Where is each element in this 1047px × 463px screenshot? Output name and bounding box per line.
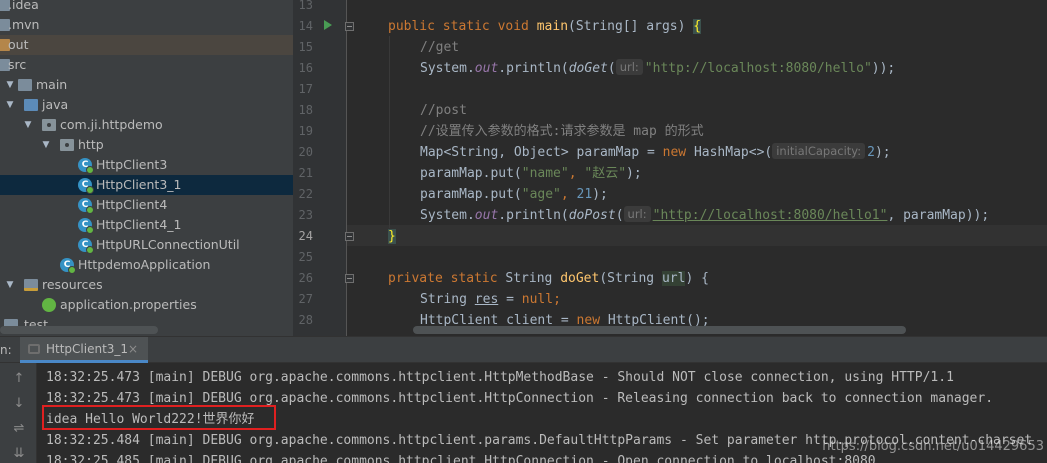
watermark: https://blog.csdn.net/u014429653 <box>822 439 1044 454</box>
class-icon: C <box>78 198 94 214</box>
current-line-highlight <box>347 225 1047 246</box>
folder-icon <box>18 79 32 91</box>
highlight-box <box>42 405 276 430</box>
parameter-hint: initialCapacity: <box>772 143 866 159</box>
tree-item-idea[interactable]: .idea <box>0 0 293 15</box>
line-number: 22 <box>298 187 313 201</box>
line-number: 15 <box>298 40 313 54</box>
line-number: 26 <box>298 271 313 285</box>
run-toolbar: ↑ ↓ ⇌ ⇊ <box>0 363 37 463</box>
line-number: 28 <box>298 313 313 327</box>
tree-horizontal-scrollbar[interactable] <box>0 326 158 334</box>
tree-item-httpclient4[interactable]: C HttpClient4 <box>0 195 293 215</box>
line-number: 27 <box>298 292 313 306</box>
code-line-26: private static String doGet(String url) … <box>388 271 709 286</box>
chevron-down-icon[interactable]: ▼ <box>4 95 16 115</box>
line-number: 20 <box>298 145 313 159</box>
run-label: n: <box>0 343 12 357</box>
tree-item-main[interactable]: ▼ main <box>0 75 293 95</box>
spring-class-icon: C <box>60 258 76 274</box>
line-number: 19 <box>298 124 313 138</box>
code-editor[interactable]: 13 14 15 16 17 18 19 20 21 22 23 24 25 2… <box>293 0 1047 336</box>
properties-icon <box>42 298 56 312</box>
project-tree: .idea .mvn out src ▼ main ▼ java ▼ com.j… <box>0 0 293 336</box>
parameter-hint: url: <box>615 59 643 75</box>
up-arrow-icon[interactable]: ↑ <box>11 371 27 387</box>
soft-wrap-icon[interactable]: ⇌ <box>11 421 27 437</box>
line-number: 21 <box>298 166 313 180</box>
chevron-down-icon[interactable]: ▼ <box>4 75 16 95</box>
editor-gutter: 13 14 15 16 17 18 19 20 21 22 23 24 25 2… <box>293 0 347 336</box>
class-icon: C <box>78 218 94 234</box>
fold-marker-icon[interactable] <box>345 274 354 283</box>
code-line-14: public static void main(String[] args) { <box>388 19 702 34</box>
code-line-19: //设置传入参数的格式:请求参数是 map 的形式 <box>420 124 704 139</box>
tree-item-resources[interactable]: ▼ resources <box>0 275 293 295</box>
line-number: 18 <box>298 103 313 117</box>
code-line-20: Map<String, Object> paramMap = new HashM… <box>420 143 891 160</box>
code-line-18: //post <box>420 103 467 118</box>
code-line-27: String res = null; <box>420 292 561 307</box>
parameter-hint: url: <box>623 206 651 222</box>
run-tool-window-header: n: HttpClient3_1 × <box>0 336 1047 363</box>
down-arrow-icon[interactable]: ↓ <box>11 396 27 412</box>
tree-item-application-properties[interactable]: application.properties <box>0 295 293 315</box>
tree-item-mvn[interactable]: .mvn <box>0 15 293 35</box>
source-folder-icon <box>24 99 38 111</box>
line-number: 17 <box>298 82 313 96</box>
code-line-21: paramMap.put("name", "赵云"); <box>420 166 642 181</box>
tree-item-out[interactable]: out <box>0 35 293 55</box>
code-line-15: //get <box>420 40 460 55</box>
line-number: 23 <box>298 208 313 222</box>
class-icon: C <box>78 238 94 254</box>
chevron-down-icon[interactable]: ▼ <box>22 115 34 135</box>
fold-marker-icon[interactable] <box>345 232 354 241</box>
package-icon <box>60 139 74 151</box>
console-line: 18:32:25.485 [main] DEBUG org.apache.com… <box>46 454 876 463</box>
tree-item-java[interactable]: ▼ java <box>0 95 293 115</box>
tree-item-httpdemoapplication[interactable]: C HttpdemoApplication <box>0 255 293 275</box>
editor-horizontal-scrollbar[interactable] <box>413 326 906 334</box>
code-line-24: } <box>388 229 396 244</box>
line-number: 14 <box>298 19 313 33</box>
tree-item-http[interactable]: ▼ http <box>0 135 293 155</box>
close-icon[interactable]: × <box>128 337 138 362</box>
tree-item-httpurlconnectionutil[interactable]: C HttpURLConnectionUtil <box>0 235 293 255</box>
code-line-23: System.out.println(doPost(url: "http://lo… <box>420 206 990 223</box>
chevron-down-icon[interactable]: ▼ <box>4 275 16 295</box>
console-line: 18:32:25.473 [main] DEBUG org.apache.com… <box>46 370 954 385</box>
line-number: 24 <box>298 229 313 243</box>
class-icon: C <box>78 178 94 194</box>
tree-item-com-ji-httpdemo[interactable]: ▼ com.ji.httpdemo <box>0 115 293 135</box>
tree-item-src[interactable]: src <box>0 55 293 75</box>
tree-item-httpclient4-1[interactable]: C HttpClient4_1 <box>0 215 293 235</box>
line-number: 25 <box>298 250 313 264</box>
class-icon: C <box>78 158 94 174</box>
tree-item-httpclient3[interactable]: C HttpClient3 <box>0 155 293 175</box>
package-icon <box>42 119 56 131</box>
run-gutter-icon[interactable] <box>324 20 332 30</box>
scroll-to-end-icon[interactable]: ⇊ <box>11 446 27 462</box>
tab-run-httpclient3-1[interactable]: HttpClient3_1 × <box>20 337 148 363</box>
code-line-16: System.out.println(doGet(url: "http://loc… <box>420 59 896 76</box>
console-icon <box>28 344 40 354</box>
line-number: 16 <box>298 61 313 75</box>
indent-guide <box>389 36 390 228</box>
chevron-down-icon[interactable]: ▼ <box>40 135 52 155</box>
resources-folder-icon <box>24 279 38 291</box>
code-line-22: paramMap.put("age", 21); <box>420 187 608 202</box>
tree-item-httpclient3-1[interactable]: C HttpClient3_1 <box>0 175 293 195</box>
line-number: 13 <box>298 0 313 12</box>
fold-marker-icon[interactable] <box>345 22 354 31</box>
